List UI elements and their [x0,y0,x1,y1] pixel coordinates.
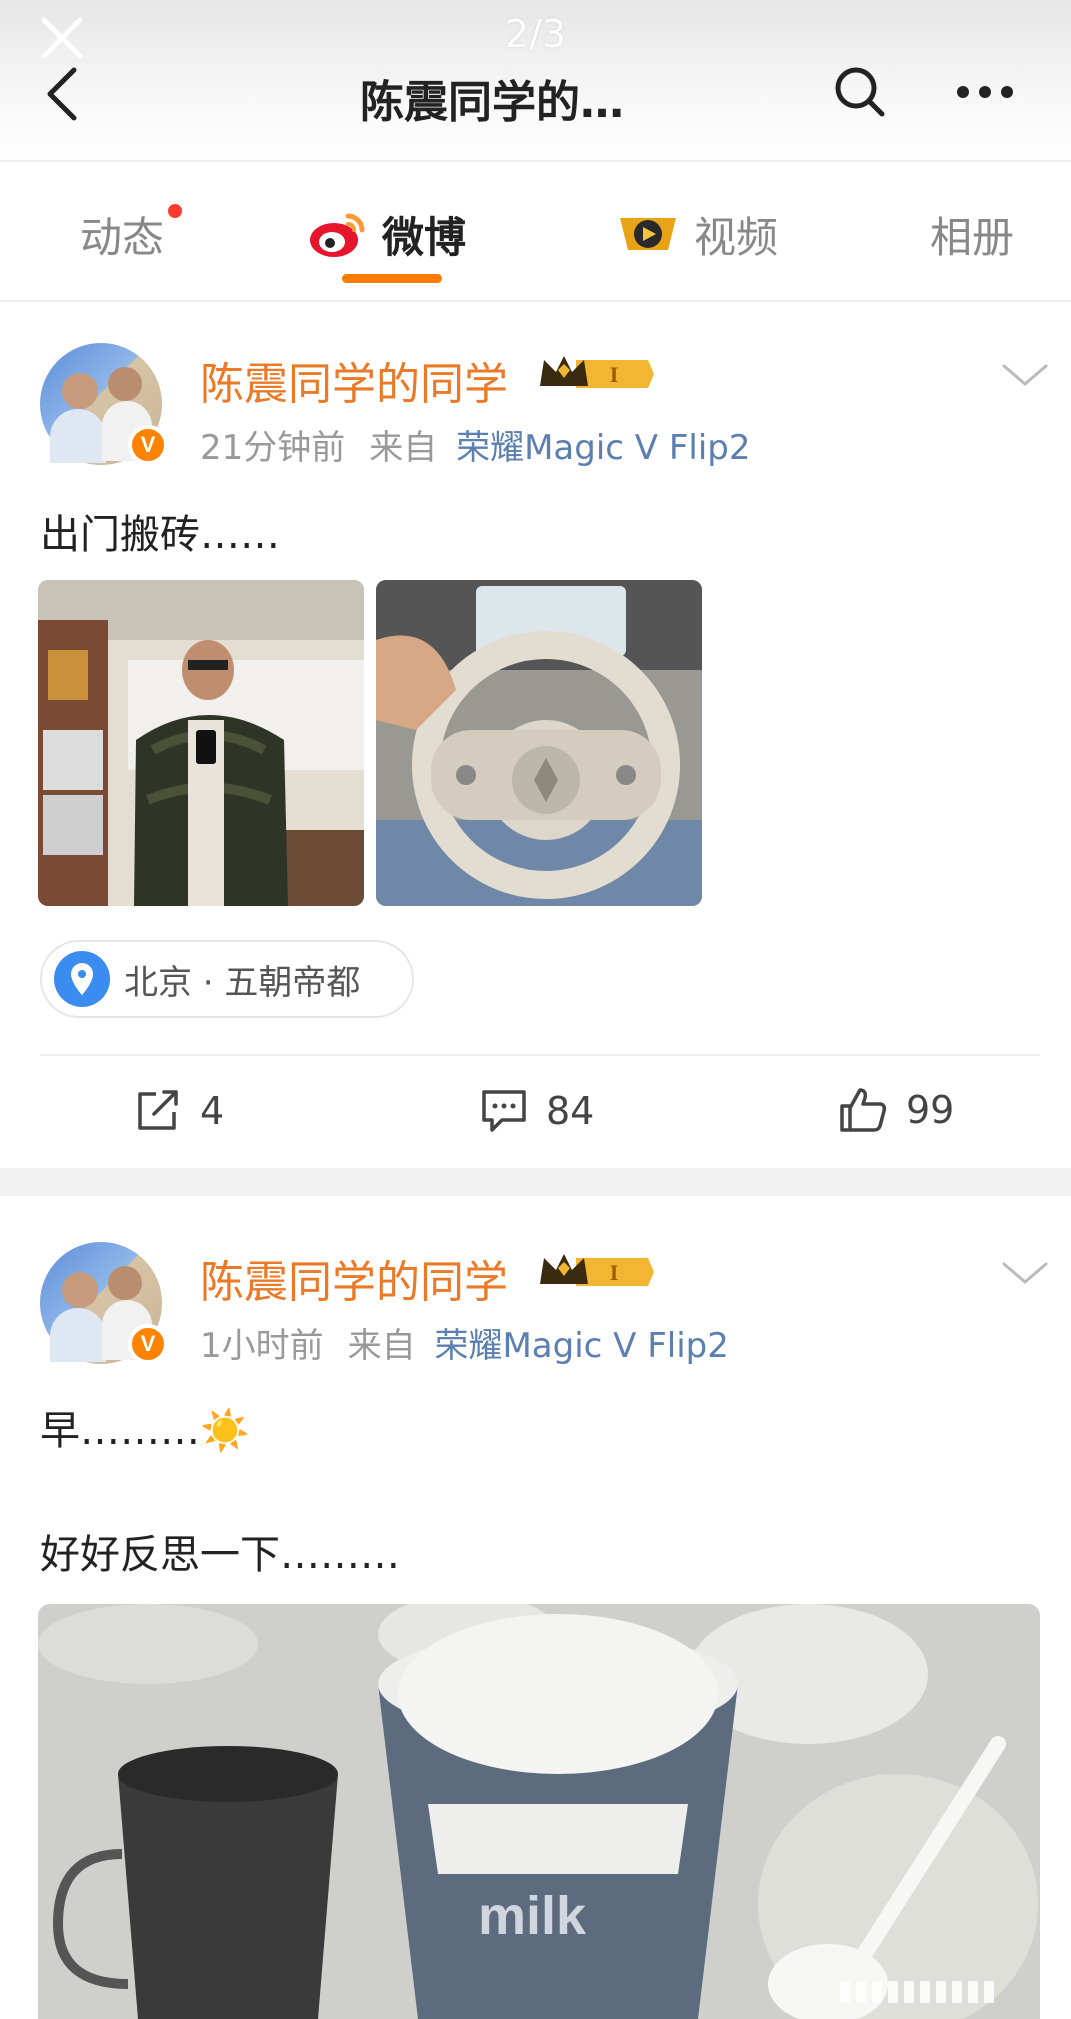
tab-label: 动态 [80,213,165,262]
like-icon [840,1088,887,1132]
post-text-line-2: 好好反思一下……… [40,1532,400,1578]
post-image-mirror-selfie[interactable] [38,580,364,906]
post-time: 1小时前 [200,1326,324,1366]
post-text-line-1: 早………☀️ [40,1408,250,1454]
post-image-steering-wheel[interactable] [376,580,702,906]
crown-icon: I [540,1254,654,1286]
post-image-breakfast[interactable]: milk [38,1604,1040,2019]
active-tab-indicator [342,274,442,283]
post-meta: 1小时前 来自 荣耀Magic V Flip2 [200,1318,729,1367]
repost-button[interactable]: 4 [134,1088,224,1134]
verified-icon: V [128,425,168,465]
location-pin-icon [54,951,110,1007]
tab-label: 相册 [930,213,1015,262]
post-separator [0,1168,1071,1196]
top-bar: 2/3 陈震同学的… [0,0,1071,162]
avatar[interactable]: V [40,1242,168,1364]
tab-dynamic[interactable]: 动态 [80,204,183,265]
post-meta: 21分钟前 来自 荣耀Magic V Flip2 [200,420,751,469]
tab-album[interactable]: 相册 [930,204,1014,265]
watermark-icon [840,1981,994,2003]
avatar[interactable]: V [40,343,168,465]
chevron-down-icon[interactable] [1000,360,1050,390]
search-icon[interactable] [832,64,888,120]
page-title: 陈震同学的… [360,77,624,128]
crown-icon: I [540,356,654,388]
more-icon[interactable] [955,82,1015,102]
post-source[interactable]: 荣耀Magic V Flip2 [456,428,750,468]
back-icon[interactable] [40,62,84,126]
like-button[interactable]: 99 [838,1086,954,1134]
weibo-logo-icon [310,213,365,257]
from-prefix: 来自 [369,428,438,468]
username[interactable]: 陈震同学的同学 [200,1246,508,1310]
notice-dot [168,204,183,218]
tab-weibo[interactable]: 微博 [308,204,466,265]
level-badge: I [610,362,619,387]
location-tag[interactable]: 北京 · 五朝帝都 [40,940,414,1018]
comment-count: 84 [546,1089,595,1133]
svg-text:milk: milk [478,1886,587,1946]
divider [40,1054,1040,1056]
post-time: 21分钟前 [200,428,346,468]
comment-icon [482,1090,526,1132]
location-label: 北京 · 五朝帝都 [124,962,361,1003]
level-badge: I [610,1260,619,1285]
tab-video[interactable]: 视频 [616,204,778,265]
video-play-icon [620,217,676,250]
username[interactable]: 陈震同学的同学 [200,348,508,412]
repost-icon [138,1090,178,1130]
like-count: 99 [906,1088,955,1132]
image-pager: 2/3 [504,12,567,56]
post-source[interactable]: 荣耀Magic V Flip2 [434,1326,728,1366]
repost-count: 4 [200,1089,225,1133]
verified-icon: V [128,1324,168,1364]
comment-button[interactable]: 84 [480,1088,594,1134]
tab-label: 视频 [694,213,779,262]
profile-tabs: 动态 微博 视频 相册 [0,164,1071,302]
from-prefix: 来自 [347,1326,416,1366]
chevron-down-icon[interactable] [1000,1258,1050,1288]
tab-label: 微博 [382,213,467,262]
post-text: 出门搬砖…… [40,512,280,558]
